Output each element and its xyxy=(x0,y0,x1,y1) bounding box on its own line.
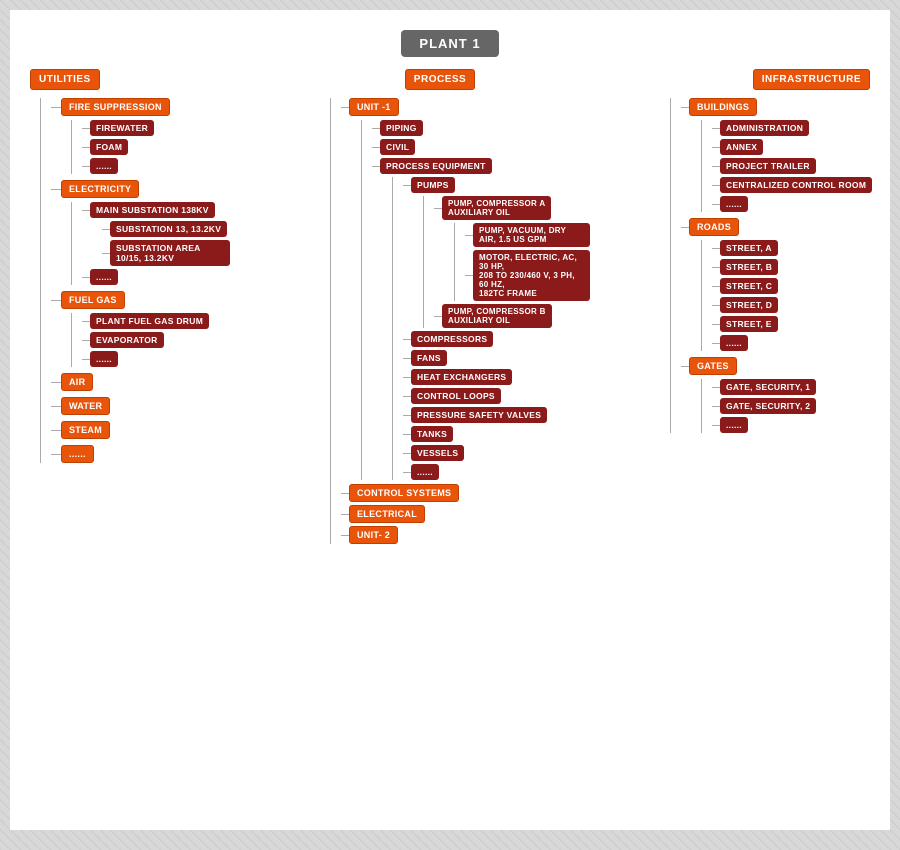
gate-security-2: GATE, SECURITY, 2 xyxy=(720,398,816,414)
administration: ADMINISTRATION xyxy=(720,120,809,136)
heat-exchangers: HEAT EXCHANGERS xyxy=(411,369,512,385)
project-trailer: PROJECT TRAILER xyxy=(720,158,816,174)
roads: ROADS xyxy=(689,218,739,236)
fuel-gas-dots: ...... xyxy=(90,351,118,367)
water: WATER xyxy=(61,397,110,415)
pump-compressor-a: PUMP, COMPRESSOR AAUXILIARY OIL xyxy=(442,196,551,220)
fire-suppression-dots: ...... xyxy=(90,158,118,174)
street-c: STREET, C xyxy=(720,278,778,294)
tanks: TANKS xyxy=(411,426,453,442)
foam: FOAM xyxy=(90,139,128,155)
pressure-safety-valves: PRESSURE SAFETY VALVES xyxy=(411,407,547,423)
air: AIR xyxy=(61,373,93,391)
electricity-dots: ...... xyxy=(90,269,118,285)
street-a: STREET, A xyxy=(720,240,778,256)
gate-security-1: GATE, SECURITY, 1 xyxy=(720,379,816,395)
process-equip-dots: ...... xyxy=(411,464,439,480)
compressors: COMPRESSORS xyxy=(411,331,493,347)
main-substation: MAIN SUBSTATION 138KV xyxy=(90,202,215,218)
utilities-dots: ...... xyxy=(61,445,94,463)
evaporator: EVAPORATOR xyxy=(90,332,164,348)
utilities-header: UTILITIES xyxy=(30,69,100,90)
steam: STEAM xyxy=(61,421,110,439)
roads-dots: ...... xyxy=(720,335,748,351)
unit-2: UNIT- 2 xyxy=(349,526,398,544)
electricity: ELECTRICITY xyxy=(61,180,139,198)
control-systems: CONTROL SYSTEMS xyxy=(349,484,459,502)
piping: PIPING xyxy=(380,120,423,136)
process-equipment: PROCESS EQUIPMENT xyxy=(380,158,492,174)
vessels: VESSELS xyxy=(411,445,464,461)
civil: CIVIL xyxy=(380,139,415,155)
motor-electric: MOTOR, ELECTRIC, AC, 30 HP,208 TO 230/46… xyxy=(473,250,590,301)
fans: FANS xyxy=(411,350,447,366)
utilities-column: UTILITIES FIRE SUPPRESSION FIREWATER xyxy=(20,69,230,469)
pump-vacuum: PUMP, VACUUM, DRY AIR, 1.5 US GPM xyxy=(473,223,590,247)
process-column: PROCESS UNIT -1 PIPING xyxy=(290,69,590,547)
centralized-control-room: CENTRALIZED CONTROL ROOM xyxy=(720,177,872,193)
electrical: ELECTRICAL xyxy=(349,505,425,523)
substation-area: SUBSTATION AREA 10/15, 13.2KV xyxy=(110,240,230,266)
infrastructure-header: INFRASTRUCTURE xyxy=(753,69,870,90)
firewater: FIREWATER xyxy=(90,120,154,136)
fire-suppression: FIRE SUPPRESSION xyxy=(61,98,170,116)
substation-13: SUBSTATION 13, 13.2KV xyxy=(110,221,227,237)
buildings: BUILDINGS xyxy=(689,98,757,116)
plant-fuel-gas-drum: PLANT FUEL GAS DRUM xyxy=(90,313,209,329)
gates-dots: ...... xyxy=(720,417,748,433)
buildings-dots: ...... xyxy=(720,196,748,212)
street-b: STREET, B xyxy=(720,259,778,275)
fuel-gas: FUEL GAS xyxy=(61,291,125,309)
annex: ANNEX xyxy=(720,139,763,155)
root-node: PLANT 1 xyxy=(401,30,498,57)
street-d: STREET, D xyxy=(720,297,778,313)
control-loops: CONTROL LOOPS xyxy=(411,388,501,404)
infrastructure-column: INFRASTRUCTURE BUILDINGS ADMINISTRATION xyxy=(650,69,880,439)
pumps: PUMPS xyxy=(411,177,455,193)
process-header: PROCESS xyxy=(405,69,475,90)
street-e: STREET, E xyxy=(720,316,778,332)
pump-compressor-b: PUMP, COMPRESSOR BAUXILIARY OIL xyxy=(442,304,552,328)
unit-1: UNIT -1 xyxy=(349,98,399,116)
gates: GATES xyxy=(689,357,737,375)
